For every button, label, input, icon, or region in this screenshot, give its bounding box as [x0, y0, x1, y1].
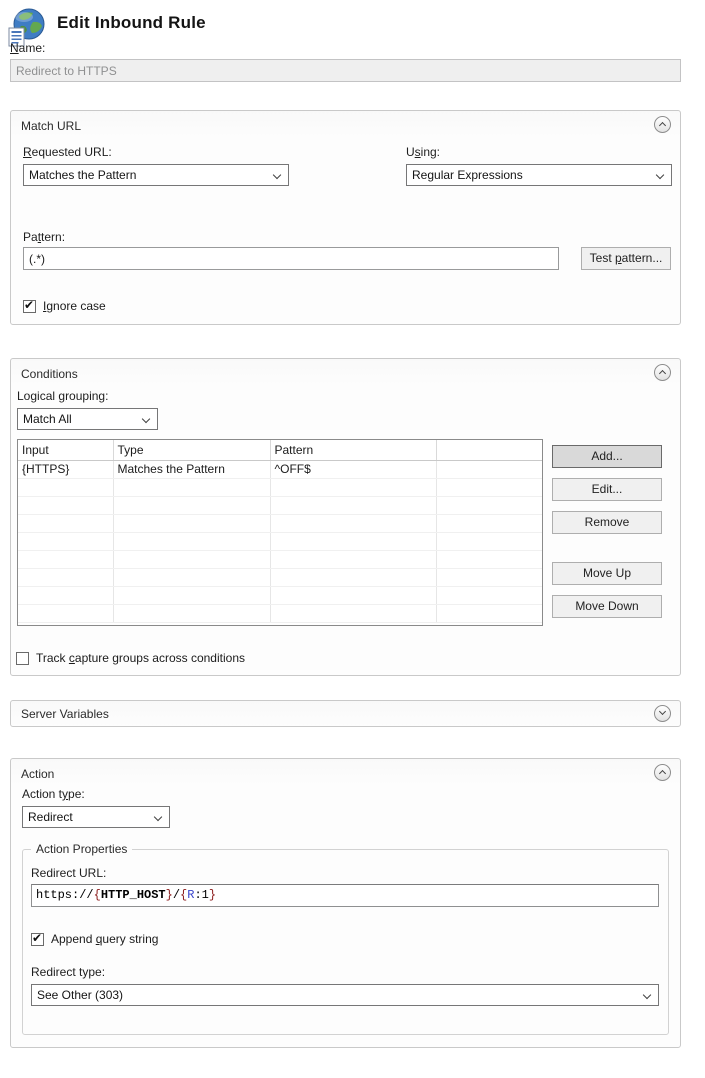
chevron-down-icon: [659, 708, 666, 715]
action-type-select[interactable]: Redirect: [22, 806, 170, 828]
logical-grouping-selected-value: Match All: [23, 412, 72, 426]
match-url-collapse-button[interactable]: [654, 116, 671, 133]
redirect-type-select[interactable]: See Other (303): [31, 984, 659, 1006]
table-empty-row: [18, 568, 542, 586]
table-cell: [436, 460, 542, 478]
append-query-checkbox[interactable]: [31, 933, 44, 946]
track-capture-checkbox[interactable]: [16, 652, 29, 665]
url-syntax-segment: /: [173, 888, 180, 902]
logical-grouping-select[interactable]: Match All: [17, 408, 158, 430]
action-collapse-button[interactable]: [654, 764, 671, 781]
track-capture-checkbox-row: Track capture groups across conditions: [16, 651, 245, 665]
match-url-panel: Match URL Requested URL: Matches the Pat…: [10, 110, 681, 325]
action-type-label: Action type:: [22, 787, 85, 801]
pattern-input[interactable]: [23, 247, 559, 270]
action-properties-group: Action Properties Redirect URL: https://…: [22, 849, 669, 1035]
using-select[interactable]: Regular Expressions: [406, 164, 672, 186]
table-empty-row: [18, 496, 542, 514]
server-variables-panel: Server Variables: [10, 700, 681, 727]
column-header[interactable]: Input: [18, 440, 113, 460]
table-cell: ^OFF$: [270, 460, 436, 478]
table-cell: {HTTPS}: [18, 460, 113, 478]
url-syntax-segment: :1: [194, 888, 208, 902]
column-header[interactable]: Type: [113, 440, 270, 460]
requested-url-select[interactable]: Matches the Pattern: [23, 164, 289, 186]
conditions-panel-title: Conditions: [21, 367, 78, 381]
url-syntax-segment: }: [209, 888, 216, 902]
remove-button[interactable]: Remove: [552, 511, 662, 534]
chevron-down-icon: [643, 991, 651, 999]
table-header-row: InputTypePattern: [18, 440, 542, 460]
match-url-panel-title: Match URL: [21, 119, 81, 133]
add-button[interactable]: Add...: [552, 445, 662, 468]
redirect-url-label: Redirect URL:: [31, 866, 106, 880]
table-empty-row: [18, 478, 542, 496]
table-row[interactable]: {HTTPS}Matches the Pattern^OFF$: [18, 460, 542, 478]
requested-url-selected-value: Matches the Pattern: [29, 168, 136, 182]
test-pattern-button[interactable]: Test pattern...: [581, 247, 671, 270]
chevron-up-icon: [659, 122, 666, 129]
append-query-label: Append query string: [51, 932, 158, 946]
action-type-selected-value: Redirect: [28, 810, 73, 824]
server-variables-panel-title: Server Variables: [21, 707, 109, 721]
append-query-checkbox-row: Append query string: [31, 932, 158, 946]
conditions-collapse-button[interactable]: [654, 364, 671, 381]
url-syntax-segment: {: [94, 888, 101, 902]
using-selected-value: Regular Expressions: [412, 168, 523, 182]
chevron-down-icon: [273, 171, 281, 179]
move-down-button[interactable]: Move Down: [552, 595, 662, 618]
conditions-table-wrap: InputTypePattern{HTTPS}Matches the Patte…: [17, 439, 543, 626]
action-panel: Action Action type: Redirect Action Prop…: [10, 758, 681, 1048]
conditions-panel: Conditions Logical grouping: Match All I…: [10, 358, 681, 676]
ignore-case-label: Ignore case: [43, 299, 106, 313]
redirect-type-selected-value: See Other (303): [37, 988, 123, 1002]
redirect-type-label: Redirect type:: [31, 965, 105, 979]
table-empty-row: [18, 604, 542, 622]
name-label: Name:: [10, 41, 45, 55]
ignore-case-checkbox-row: Ignore case: [23, 299, 106, 313]
conditions-table: InputTypePattern{HTTPS}Matches the Patte…: [18, 440, 542, 623]
name-input: [10, 59, 681, 82]
column-header[interactable]: [436, 440, 542, 460]
logical-grouping-label: Logical grouping:: [17, 389, 108, 403]
using-label: Using:: [406, 145, 440, 159]
requested-url-label: Requested URL:: [23, 145, 112, 159]
chevron-down-icon: [656, 171, 664, 179]
chevron-down-icon: [142, 415, 150, 423]
track-capture-label: Track capture groups across conditions: [36, 651, 245, 665]
edit-inbound-rule-page: Edit Inbound Rule Name: Match URL Reques…: [0, 0, 705, 1078]
page-title: Edit Inbound Rule: [57, 13, 206, 33]
table-empty-row: [18, 532, 542, 550]
table-empty-row: [18, 514, 542, 532]
table-cell: Matches the Pattern: [113, 460, 270, 478]
table-empty-row: [18, 586, 542, 604]
conditions-table-body: InputTypePattern{HTTPS}Matches the Patte…: [18, 440, 542, 622]
redirect-url-input[interactable]: https://{HTTP_HOST}/{R:1}: [31, 884, 659, 907]
chevron-up-icon: [659, 370, 666, 377]
action-properties-legend: Action Properties: [31, 842, 132, 856]
url-syntax-segment: https://: [36, 888, 94, 902]
move-up-button[interactable]: Move Up: [552, 562, 662, 585]
column-header[interactable]: Pattern: [270, 440, 436, 460]
url-syntax-segment: }: [166, 888, 173, 902]
action-panel-title: Action: [21, 767, 54, 781]
chevron-down-icon: [154, 813, 162, 821]
server-variables-expand-button[interactable]: [654, 705, 671, 722]
edit-button[interactable]: Edit...: [552, 478, 662, 501]
pattern-label: Pattern:: [23, 230, 65, 244]
url-syntax-segment: HTTP_HOST: [101, 888, 166, 902]
ignore-case-checkbox[interactable]: [23, 300, 36, 313]
chevron-up-icon: [659, 770, 666, 777]
table-empty-row: [18, 550, 542, 568]
